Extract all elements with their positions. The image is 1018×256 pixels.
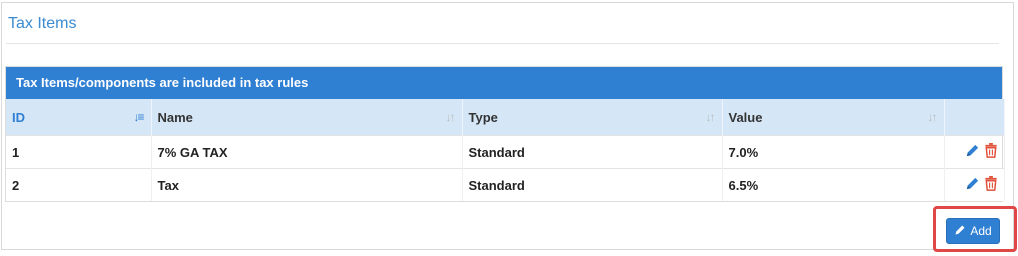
cell-name: 7% GA TAX bbox=[151, 135, 463, 169]
title-divider bbox=[6, 43, 999, 44]
column-header-name[interactable]: Name ↓↑ bbox=[151, 99, 463, 136]
cell-id: 2 bbox=[6, 168, 152, 201]
cell-actions bbox=[944, 168, 1005, 201]
cell-actions bbox=[944, 135, 1005, 169]
table-row: 1 7% GA TAX Standard 7.0% bbox=[6, 135, 1005, 169]
table-row: 2 Tax Standard 6.5% bbox=[6, 168, 1005, 201]
tax-items-table: ID ↓≡ Name ↓↑ Type ↓↑ Value ↓↑ 1 7% GA T… bbox=[6, 99, 1005, 201]
cell-id: 1 bbox=[6, 135, 152, 169]
cell-value: 7.0% bbox=[722, 135, 945, 169]
sort-icon: ↓↑ bbox=[927, 110, 938, 124]
tax-items-card: Tax Items Tax Items/components are inclu… bbox=[1, 2, 1014, 250]
tax-items-panel: Tax Items/components are included in tax… bbox=[5, 66, 1005, 202]
pencil-icon[interactable] bbox=[965, 176, 980, 194]
cell-value: 6.5% bbox=[722, 168, 945, 201]
panel-heading: Tax Items/components are included in tax… bbox=[6, 67, 1002, 99]
sort-icon: ↓↑ bbox=[445, 110, 456, 124]
column-header-label: Type bbox=[468, 109, 498, 125]
column-header-label: Value bbox=[728, 109, 763, 125]
pencil-icon[interactable] bbox=[965, 143, 980, 161]
cell-type: Standard bbox=[462, 168, 723, 201]
cell-type: Standard bbox=[462, 135, 723, 169]
column-header-value[interactable]: Value ↓↑ bbox=[722, 99, 945, 136]
trash-icon[interactable] bbox=[984, 176, 998, 194]
trash-icon[interactable] bbox=[984, 143, 998, 161]
column-header-label: ID bbox=[12, 109, 25, 125]
pencil-icon bbox=[954, 224, 966, 239]
add-button-label: Add bbox=[970, 224, 992, 238]
cell-name: Tax bbox=[151, 168, 463, 201]
column-header-actions bbox=[944, 99, 1005, 136]
sort-descending-icon: ↓≡ bbox=[133, 110, 144, 124]
page-title: Tax Items bbox=[8, 15, 77, 32]
column-header-id[interactable]: ID ↓≡ bbox=[6, 99, 152, 136]
column-header-label: Name bbox=[157, 109, 193, 125]
add-button[interactable]: Add bbox=[946, 218, 1000, 244]
sort-icon: ↓↑ bbox=[705, 110, 716, 124]
table-header-row: ID ↓≡ Name ↓↑ Type ↓↑ Value ↓↑ bbox=[6, 99, 1005, 136]
column-header-type[interactable]: Type ↓↑ bbox=[462, 99, 723, 136]
